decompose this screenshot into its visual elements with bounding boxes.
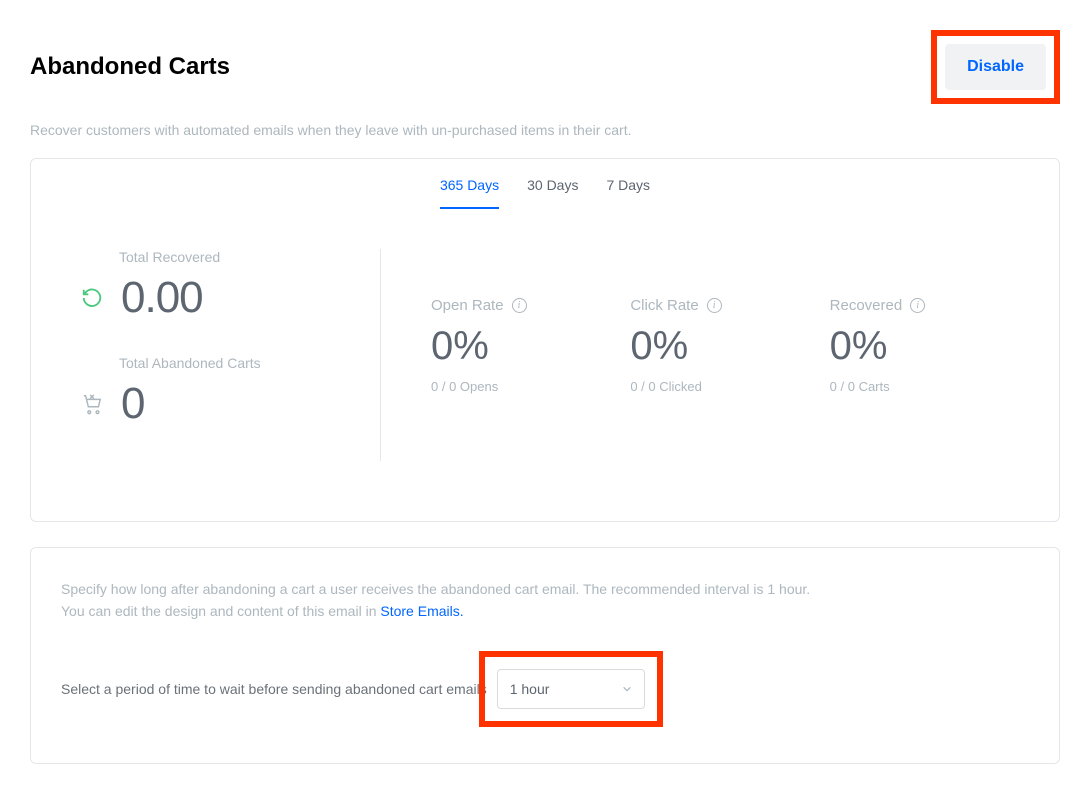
page-title: Abandoned Carts xyxy=(30,53,230,81)
page-subtitle: Recover customers with automated emails … xyxy=(0,114,1090,158)
open-rate-label: Open Rate xyxy=(431,297,504,314)
chevron-down-icon xyxy=(622,684,632,694)
open-rate-sub: 0 / 0 Opens xyxy=(431,379,610,394)
open-rate-value: 0% xyxy=(431,324,610,369)
stats-card: 365 Days 30 Days 7 Days Total Recovered … xyxy=(30,158,1060,522)
settings-description-line2-prefix: You can edit the design and content of t… xyxy=(61,603,380,619)
cart-icon xyxy=(81,393,103,415)
tab-7-days[interactable]: 7 Days xyxy=(606,177,650,209)
total-recovered-value: 0.00 xyxy=(121,273,203,323)
recovered-value: 0% xyxy=(830,324,1009,369)
info-icon[interactable]: i xyxy=(707,298,722,313)
store-emails-link[interactable]: Store Emails. xyxy=(380,603,463,619)
info-icon[interactable]: i xyxy=(512,298,527,313)
recovered-label: Recovered xyxy=(830,297,903,314)
settings-card: Specify how long after abandoning a cart… xyxy=(30,547,1060,764)
total-recovered-label: Total Recovered xyxy=(119,249,360,265)
click-rate-value: 0% xyxy=(630,324,809,369)
total-abandoned-label: Total Abandoned Carts xyxy=(119,355,360,371)
recovered-sub: 0 / 0 Carts xyxy=(830,379,1009,394)
info-icon[interactable]: i xyxy=(910,298,925,313)
wait-period-label: Select a period of time to wait before s… xyxy=(61,681,487,697)
date-range-tabs: 365 Days 30 Days 7 Days xyxy=(31,159,1059,209)
click-rate-sub: 0 / 0 Clicked xyxy=(630,379,809,394)
select-highlight-box: 1 hour xyxy=(479,651,663,727)
tab-365-days[interactable]: 365 Days xyxy=(440,177,499,209)
click-rate-label: Click Rate xyxy=(630,297,698,314)
wait-period-value: 1 hour xyxy=(510,681,550,697)
tab-30-days[interactable]: 30 Days xyxy=(527,177,578,209)
wait-period-select[interactable]: 1 hour xyxy=(497,669,645,709)
total-abandoned-value: 0 xyxy=(121,379,144,429)
settings-description-line1: Specify how long after abandoning a cart… xyxy=(61,578,1029,600)
recover-icon xyxy=(81,287,103,309)
disable-highlight-box: Disable xyxy=(931,30,1060,104)
disable-button[interactable]: Disable xyxy=(945,44,1046,90)
